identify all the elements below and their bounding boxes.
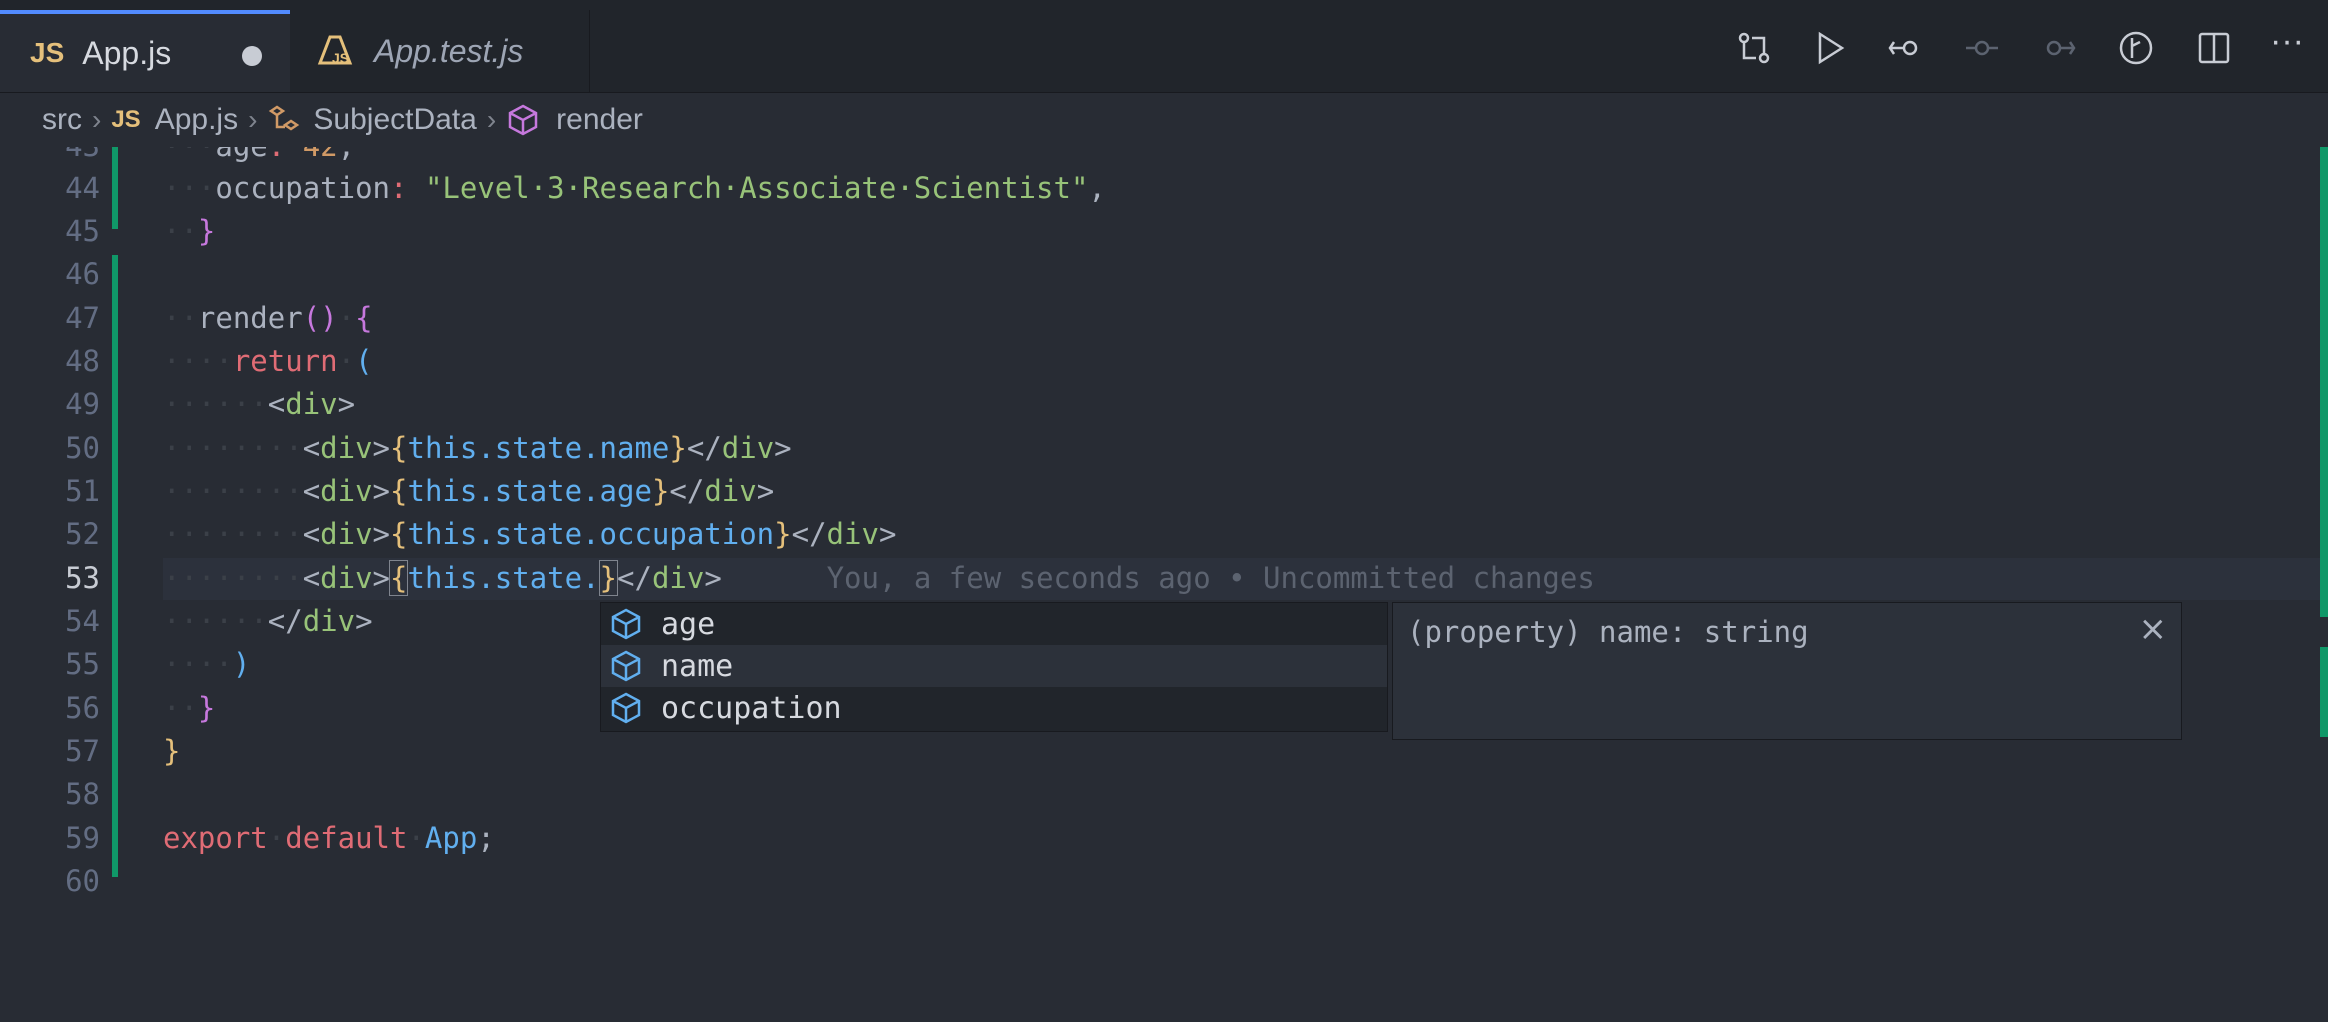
suggestion-detail-text: (property) name: string [1407, 615, 1809, 649]
scrollbar-change-marker [2320, 647, 2328, 737]
breadcrumb-class-label: SubjectData [313, 103, 477, 136]
code-line-56: ··} [163, 691, 216, 725]
tab-app-js[interactable]: JS App.js [0, 10, 290, 92]
test-file-icon: JS [317, 35, 353, 66]
code-line-59: export·default·App; [163, 821, 495, 855]
commit-icon[interactable] [1964, 30, 2000, 66]
git-graph-icon[interactable] [2118, 30, 2154, 66]
property-cube-icon [611, 650, 641, 682]
line-number: 60 [65, 864, 100, 898]
autocomplete-list: age name occupation [600, 602, 1388, 732]
code-line-47: ··render()·{ [163, 301, 373, 335]
git-blame-annotation: You, a few seconds ago • Uncommitted cha… [826, 561, 1595, 595]
property-cube-icon [611, 692, 641, 724]
line-number: 50 [65, 431, 100, 465]
tab-label: App.test.js [374, 32, 524, 69]
suggestion-label: name [661, 648, 734, 684]
line-number: 53 [65, 561, 100, 595]
line-number: 49 [65, 387, 100, 421]
chevron-right-icon: › [486, 104, 497, 135]
suggestion-item[interactable]: age [601, 603, 1387, 645]
line-number: 44 [65, 171, 100, 205]
suggestion-label: age [661, 606, 716, 642]
line-number: 45 [65, 214, 100, 248]
line-number: 46 [65, 257, 100, 291]
code-line-53: ········<div>{this.state.}</div> You, a … [163, 560, 1595, 596]
breadcrumb-item-src[interactable]: src [42, 103, 82, 137]
git-modified-indicator [112, 147, 118, 229]
code-line-55: ····) [163, 647, 251, 681]
breadcrumb: src › JS App.js › SubjectData › render [0, 93, 2328, 147]
breadcrumb-item-class[interactable]: SubjectData [267, 103, 477, 137]
line-number: 51 [65, 474, 100, 508]
code-line-45: ··} [163, 214, 216, 248]
line-number: 55 [65, 647, 100, 681]
tab-app-test-js[interactable]: JS App.test.js [290, 10, 590, 92]
svg-text:JS: JS [332, 50, 349, 66]
go-forward-icon[interactable] [2040, 30, 2076, 66]
line-number: 47 [65, 301, 100, 335]
js-file-icon: JS [30, 37, 65, 68]
code-editor[interactable]: 43 44 45 46 47 48 49 50 51 52 53 54 55 5… [0, 147, 2328, 1022]
suggestion-item[interactable]: occupation [601, 687, 1387, 729]
code-line-44: ···occupation: "Level·3·Research·Associa… [163, 171, 1106, 205]
open-changes-icon[interactable] [1736, 30, 1772, 66]
code-line-43: ···age: 42, [163, 147, 355, 168]
code-line-57: } [163, 734, 181, 768]
breadcrumb-item-file[interactable]: JS App.js [111, 103, 238, 137]
suggestion-label: occupation [661, 690, 842, 726]
close-icon[interactable]: × [2139, 609, 2168, 649]
suggestion-detail-panel: (property) name: string × [1392, 602, 2182, 740]
code-line-48: ····return·( [163, 344, 373, 378]
run-icon[interactable] [1812, 30, 1848, 66]
line-number: 52 [65, 517, 100, 551]
tab-label: App.js [82, 34, 172, 71]
unsaved-indicator-icon[interactable] [242, 46, 262, 66]
suggestion-item-selected[interactable]: name [601, 645, 1387, 687]
breadcrumb-method-label: render [556, 103, 643, 136]
code-line-54: ······</div> [163, 604, 373, 638]
git-added-indicator [112, 255, 118, 877]
class-icon [269, 105, 300, 131]
method-cube-icon [508, 104, 538, 136]
split-editor-icon[interactable] [2196, 30, 2232, 66]
line-number: 56 [65, 691, 100, 725]
line-number: 58 [65, 777, 100, 811]
chevron-right-icon: › [248, 104, 258, 135]
js-file-icon: JS [111, 106, 141, 133]
breadcrumb-file-label: App.js [154, 103, 239, 136]
code-line-49: ······<div> [163, 387, 356, 421]
line-number: 43 [0, 147, 100, 168]
code-line-52: ········<div>{this.state.occupation}</di… [163, 517, 897, 551]
code-line-50: ········<div>{this.state.name}</div> [163, 431, 792, 465]
chevron-right-icon: › [92, 104, 102, 135]
line-number: 48 [65, 344, 100, 378]
go-back-icon[interactable] [1888, 30, 1924, 66]
line-number: 57 [65, 734, 100, 768]
line-number: 54 [65, 604, 100, 638]
property-cube-icon [611, 608, 641, 640]
code-line-51: ········<div>{this.state.age}</div> [163, 474, 775, 508]
more-actions-icon[interactable]: ··· [2270, 22, 2306, 60]
scrollbar-change-marker [2320, 147, 2328, 617]
tab-bar: JS App.js JS App.test.js ··· [0, 0, 2328, 93]
line-number: 59 [65, 821, 100, 855]
breadcrumb-item-method[interactable]: render [506, 103, 643, 137]
